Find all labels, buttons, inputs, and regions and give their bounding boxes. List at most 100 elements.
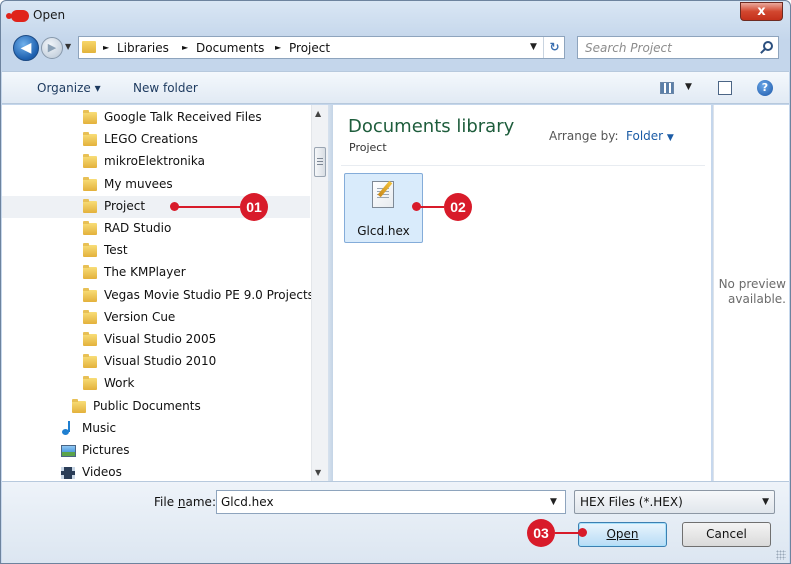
callout-03-badge: 03 <box>527 519 555 547</box>
library-title: Documents library <box>348 116 515 137</box>
nav-item-label: Version Cue <box>104 309 176 324</box>
back-button[interactable]: ◀ <box>13 35 39 61</box>
open-button[interactable]: Open <box>578 522 667 547</box>
nav-item-label: Project <box>104 198 146 213</box>
breadcrumb-documents[interactable]: Documents <box>196 41 264 55</box>
file-list-pane: Documents library Project Arrange by: Fo… <box>333 105 711 481</box>
search-icon[interactable] <box>763 41 773 51</box>
address-box[interactable]: ► Libraries ► Documents ► Project ▼ ↻ <box>78 36 565 59</box>
chevron-down-icon: ▼ <box>666 133 674 143</box>
new-folder-button[interactable]: New folder <box>133 81 198 95</box>
file-name: Glcd.hex <box>357 224 410 238</box>
forward-button[interactable]: ▶ <box>41 37 63 59</box>
nav-item-label: My muvees <box>104 176 173 191</box>
file-name-value[interactable]: Glcd.hex <box>221 495 274 509</box>
history-dropdown-icon[interactable]: ▼ <box>65 42 71 51</box>
nav-item-label: Public Documents <box>93 398 201 413</box>
nav-item-label: The KMPlayer <box>104 265 186 280</box>
callout-02-badge: 02 <box>444 193 472 221</box>
nav-item-label: Visual Studio 2010 <box>104 354 217 369</box>
folder-icon <box>83 376 97 391</box>
address-bar-row: ◀ ▶ ▼ ► Libraries ► Documents ► Project … <box>1 31 790 71</box>
folder-icon <box>83 287 97 302</box>
organize-button[interactable]: Organize ▾ <box>37 81 101 95</box>
file-type-value: HEX Files (*.HEX) <box>580 495 683 509</box>
title-bar[interactable]: Open x <box>1 1 790 31</box>
nav-item[interactable]: Videos <box>2 462 310 481</box>
dialog-footer: File name: Glcd.hex ▼ HEX Files (*.HEX) … <box>2 481 789 563</box>
nav-item[interactable]: Public Documents <box>2 396 310 418</box>
file-name-field[interactable]: Glcd.hex ▼ <box>216 490 566 514</box>
nav-item[interactable]: Vegas Movie Studio PE 9.0 Projects <box>2 285 314 307</box>
callout-03-dot <box>578 528 587 537</box>
nav-item[interactable]: LEGO Creations <box>2 129 310 151</box>
nav-item[interactable]: Music <box>2 418 310 440</box>
callout-01-badge: 01 <box>240 193 268 221</box>
divider <box>341 165 705 166</box>
window-title: Open <box>33 8 66 22</box>
close-button[interactable]: x <box>740 2 783 21</box>
folder-icon <box>83 243 97 258</box>
hex-file-icon <box>372 181 394 208</box>
chevron-down-icon: ▼ <box>762 497 769 507</box>
nav-item[interactable]: Test <box>2 240 310 262</box>
nav-item[interactable]: Google Talk Received Files <box>2 107 310 129</box>
open-file-dialog: Open x ◀ ▶ ▼ ► Libraries ► Documents ► P… <box>0 0 791 564</box>
folder-icon <box>83 132 97 147</box>
view-dropdown-icon[interactable]: ▼ <box>685 82 692 92</box>
search-box[interactable]: Search Project <box>577 36 779 59</box>
command-bar: Organize ▾ New folder ▼ ? <box>2 71 789 104</box>
folder-icon <box>83 221 97 235</box>
file-name-dropdown-icon[interactable]: ▼ <box>550 497 557 507</box>
folder-icon <box>83 265 97 280</box>
pictures-icon <box>61 445 76 457</box>
folder-icon <box>83 332 97 346</box>
nav-scrollbar[interactable]: ▲ ▼ <box>311 105 328 481</box>
nav-item[interactable]: Visual Studio 2010 <box>2 351 310 373</box>
cancel-button[interactable]: Cancel <box>682 522 771 547</box>
breadcrumb-libraries[interactable]: Libraries <box>117 41 169 55</box>
nav-item-label: Music <box>82 420 117 435</box>
videos-icon <box>61 467 75 480</box>
change-view-icon[interactable] <box>660 82 674 94</box>
help-icon[interactable]: ? <box>757 80 773 96</box>
nav-item[interactable]: My muvees <box>2 174 310 196</box>
app-icon <box>6 10 29 22</box>
scroll-down-icon[interactable]: ▼ <box>315 468 321 477</box>
nav-item-label: Google Talk Received Files <box>104 110 262 124</box>
callout-01-line <box>174 206 240 208</box>
nav-item-label: Vegas Movie Studio PE 9.0 Projects <box>104 287 314 302</box>
arrange-by-dropdown[interactable]: Folder ▼ <box>626 129 674 143</box>
nav-item[interactable]: mikroElektronika <box>2 151 310 173</box>
preview-message: No preview available. <box>718 277 786 306</box>
scroll-up-icon[interactable]: ▲ <box>315 109 321 118</box>
nav-item-label: Work <box>104 376 135 391</box>
file-item[interactable]: Glcd.hex <box>344 173 423 243</box>
breadcrumb-project[interactable]: Project <box>289 41 330 55</box>
scroll-thumb[interactable] <box>314 147 326 177</box>
breadcrumb-separator-icon[interactable]: ► <box>182 43 188 52</box>
music-icon <box>61 420 75 435</box>
file-type-select[interactable]: HEX Files (*.HEX) ▼ <box>574 490 775 514</box>
preview-pane-icon[interactable] <box>718 81 732 95</box>
folder-icon <box>83 354 97 369</box>
folder-icon <box>83 198 97 213</box>
nav-item[interactable]: Work <box>2 373 310 395</box>
nav-item-label: Visual Studio 2005 <box>104 332 217 346</box>
file-name-label: File name: <box>154 495 216 509</box>
nav-item[interactable]: Version Cue <box>2 307 310 329</box>
address-dropdown-icon[interactable]: ▼ <box>530 42 537 52</box>
nav-item[interactable]: Visual Studio 2005 <box>2 329 310 351</box>
resize-grip[interactable] <box>776 550 786 560</box>
nav-item[interactable]: RAD Studio <box>2 218 310 240</box>
breadcrumb-separator-icon[interactable]: ► <box>103 43 109 52</box>
folder-icon <box>83 176 97 191</box>
nav-item-label: Pictures <box>82 443 130 457</box>
nav-item-label: mikroElektronika <box>104 154 205 169</box>
nav-item[interactable]: The KMPlayer <box>2 262 310 284</box>
breadcrumb-separator-icon[interactable]: ► <box>275 43 281 52</box>
refresh-icon[interactable]: ↻ <box>543 37 565 58</box>
nav-item[interactable]: Pictures <box>2 440 310 462</box>
nav-item-label: Videos <box>82 465 122 480</box>
folder-icon <box>83 154 97 169</box>
